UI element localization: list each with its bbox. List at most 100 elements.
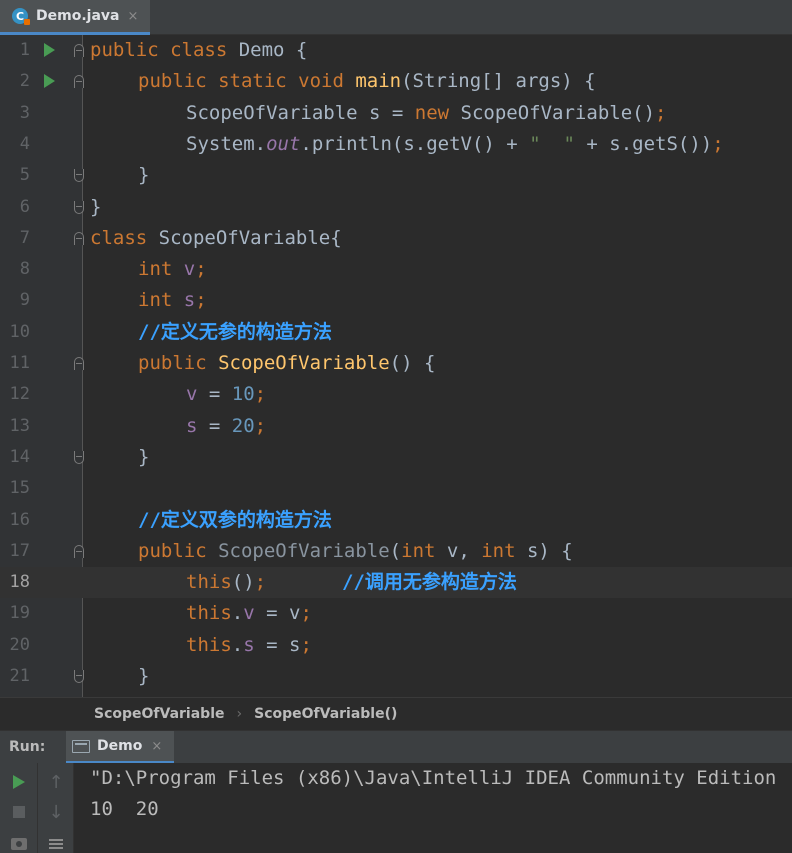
token-number: 20	[231, 414, 255, 437]
token-keyword: int	[138, 258, 184, 281]
breadcrumb-separator: ›	[236, 706, 243, 722]
code-line-11[interactable]: 11 public ScopeOfVariable() {	[0, 348, 792, 379]
token-text: .println(s.getV() +	[300, 132, 530, 155]
run-tab-demo[interactable]: Demo ×	[66, 731, 174, 764]
token-text: System.	[186, 132, 267, 155]
code-text: this.s = s;	[186, 630, 312, 661]
breadcrumb-item-class[interactable]: ScopeOfVariable	[94, 706, 225, 722]
code-text: int s;	[138, 285, 207, 316]
code-line-3[interactable]: 3 ScopeOfVariable s = new ScopeOfVariabl…	[0, 98, 792, 129]
token-semicolon: ;	[195, 258, 207, 281]
token-text: =	[197, 383, 232, 406]
code-line-18[interactable]: 18 this(); //调用无参构造方法	[0, 567, 792, 599]
down-stack-button[interactable]: ↓	[38, 797, 74, 827]
token-text: = s	[254, 633, 301, 656]
token-keyword: public static void	[138, 70, 356, 93]
fold-icon[interactable]	[74, 75, 84, 89]
token-semicolon: ;	[300, 602, 312, 625]
code-line-10[interactable]: 10 //定义无参的构造方法	[0, 317, 792, 348]
up-stack-button[interactable]: ↑	[38, 767, 74, 797]
code-line-15[interactable]: 15	[0, 473, 792, 504]
console-icon	[72, 739, 90, 753]
code-text: }	[138, 661, 149, 692]
fold-icon[interactable]	[74, 169, 84, 183]
token-comment: //定义无参的构造方法	[138, 320, 332, 343]
fold-icon[interactable]	[74, 231, 84, 245]
line-number: 10	[9, 321, 30, 342]
code-line-21[interactable]: 21 }	[0, 661, 792, 692]
code-line-7[interactable]: 7 class ScopeOfVariable{	[0, 223, 792, 254]
token-text: ()	[231, 571, 255, 594]
token-keyword: this	[186, 602, 232, 625]
code-line-6[interactable]: 6 }	[0, 192, 792, 223]
code-line-20[interactable]: 20 this.s = s;	[0, 630, 792, 661]
run-gutter-icon[interactable]	[44, 74, 55, 89]
run-tool-window-header: Run: Demo ×	[0, 730, 792, 764]
soft-wrap-button[interactable]	[38, 829, 74, 853]
code-text: ScopeOfVariable s = new ScopeOfVariable(…	[186, 98, 666, 129]
fold-icon[interactable]	[74, 200, 84, 214]
rerun-button[interactable]	[0, 767, 38, 797]
arrow-up-icon: ↑	[48, 771, 64, 793]
close-icon[interactable]: ×	[151, 739, 162, 754]
code-line-13[interactable]: 13 s = 20;	[0, 411, 792, 442]
token-text: Demo {	[238, 39, 308, 61]
line-number: 17	[9, 540, 30, 561]
fold-icon[interactable]	[74, 357, 84, 370]
code-text: //调用无参构造方法	[342, 567, 517, 598]
line-number: 5	[19, 165, 30, 186]
dump-threads-button[interactable]	[0, 829, 38, 853]
code-line-4[interactable]: 4 System.out.println(s.getV() + " " + s.…	[0, 129, 792, 160]
close-icon[interactable]: ×	[127, 9, 138, 24]
code-text: this();	[186, 567, 266, 598]
code-text: public ScopeOfVariable(int v, int s) {	[138, 536, 573, 567]
line-number: 18	[9, 572, 30, 593]
token-text: v,	[446, 539, 482, 562]
token-semicolon: ;	[300, 633, 312, 656]
token-keyword: int	[138, 289, 184, 312]
token-field: s	[183, 289, 196, 312]
run-gutter-icon[interactable]	[44, 43, 55, 57]
run-console[interactable]: ↑ ↓ "D:\Program Files (x86)\Java\Intelli…	[0, 763, 792, 853]
stop-button[interactable]	[0, 797, 38, 827]
breadcrumb-item-method[interactable]: ScopeOfVariable()	[254, 706, 397, 722]
code-line-19[interactable]: 19 this.v = v;	[0, 598, 792, 629]
code-line-14[interactable]: 14 }	[0, 442, 792, 473]
soft-wrap-icon	[49, 839, 63, 849]
code-text: //定义双参的构造方法	[138, 505, 332, 536]
fold-icon[interactable]	[74, 44, 84, 57]
token-keyword: public class	[90, 39, 239, 61]
line-number: 3	[19, 102, 30, 123]
line-number: 9	[19, 290, 30, 311]
token-text: ScopeOfVariable()	[460, 101, 656, 124]
code-line-17[interactable]: 17 public ScopeOfVariable(int v, int s) …	[0, 536, 792, 567]
token-text: (String[] args) {	[401, 70, 596, 93]
code-line-9[interactable]: 9 int s;	[0, 285, 792, 316]
breadcrumb: ScopeOfVariable › ScopeOfVariable()	[0, 697, 792, 730]
tab-demo-java[interactable]: C Demo.java ×	[0, 0, 150, 35]
tab-label: Demo.java	[36, 8, 120, 24]
fold-icon[interactable]	[74, 544, 84, 558]
token-semicolon: ;	[254, 383, 267, 406]
code-line-5[interactable]: 5 }	[0, 160, 792, 191]
token-keyword: this	[186, 571, 232, 594]
token-keyword: int	[401, 539, 447, 562]
code-line-12[interactable]: 12 v = 10;	[0, 379, 792, 410]
fold-icon[interactable]	[74, 450, 84, 464]
code-line-2[interactable]: 2 public static void main(String[] args)…	[0, 66, 792, 97]
token-keyword: public	[138, 352, 219, 374]
code-text: public static void main(String[] args) {	[138, 66, 596, 97]
play-icon	[13, 775, 25, 789]
code-editor[interactable]: 1 public class Demo { 2 public static vo…	[0, 35, 792, 697]
line-number: 13	[9, 415, 30, 436]
code-line-1[interactable]: 1 public class Demo {	[0, 35, 792, 66]
token-field: v	[186, 383, 198, 406]
token-keyword: class	[90, 226, 159, 249]
console-output-line: 10 20	[90, 798, 159, 820]
token-text: (	[389, 539, 402, 562]
code-line-16[interactable]: 16 //定义双参的构造方法	[0, 505, 792, 536]
code-line-8[interactable]: 8 int v;	[0, 254, 792, 285]
token-keyword: this	[186, 633, 232, 656]
stop-icon	[13, 806, 25, 818]
fold-icon[interactable]	[74, 670, 84, 683]
